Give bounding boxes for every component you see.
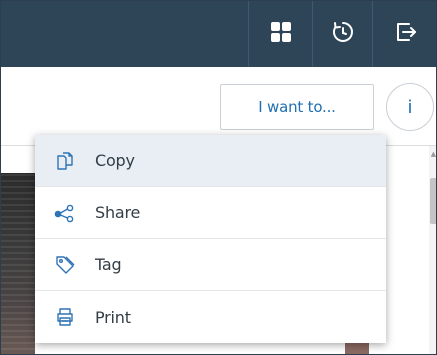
- history-button[interactable]: [313, 1, 373, 67]
- menu-item-label: Copy: [95, 151, 135, 170]
- info-button[interactable]: i: [386, 83, 434, 131]
- history-icon: [331, 20, 355, 48]
- menu-item-label: Print: [95, 307, 131, 327]
- menu-item-label: Tag: [95, 255, 122, 274]
- scroll-up-arrow-icon[interactable]: ▲: [429, 150, 436, 158]
- app-window: I want to... i ▲ Copy Share Tag Print: [0, 0, 437, 355]
- menu-item-print[interactable]: Print: [35, 291, 386, 343]
- top-header-bar: [1, 1, 436, 67]
- print-icon: [35, 307, 95, 327]
- background-image-fragment: [345, 342, 369, 354]
- info-icon: i: [407, 96, 413, 118]
- background-image: [1, 173, 35, 354]
- copy-icon: [35, 151, 95, 171]
- menu-item-tag[interactable]: Tag: [35, 239, 386, 291]
- menu-item-copy[interactable]: Copy: [35, 135, 386, 187]
- share-icon: [35, 203, 95, 223]
- menu-item-share[interactable]: Share: [35, 187, 386, 239]
- i-want-to-button[interactable]: I want to...: [220, 84, 374, 130]
- sign-out-button[interactable]: [373, 1, 436, 67]
- apps-button[interactable]: [248, 1, 313, 67]
- grid-apps-icon: [270, 21, 292, 47]
- tag-icon: [35, 254, 95, 276]
- vertical-scrollbar[interactable]: ▲: [429, 146, 436, 354]
- scrollbar-thumb[interactable]: [430, 178, 436, 224]
- sign-out-icon: [395, 21, 417, 47]
- i-want-to-dropdown-menu: Copy Share Tag Print: [35, 135, 386, 343]
- menu-item-label: Share: [95, 203, 141, 222]
